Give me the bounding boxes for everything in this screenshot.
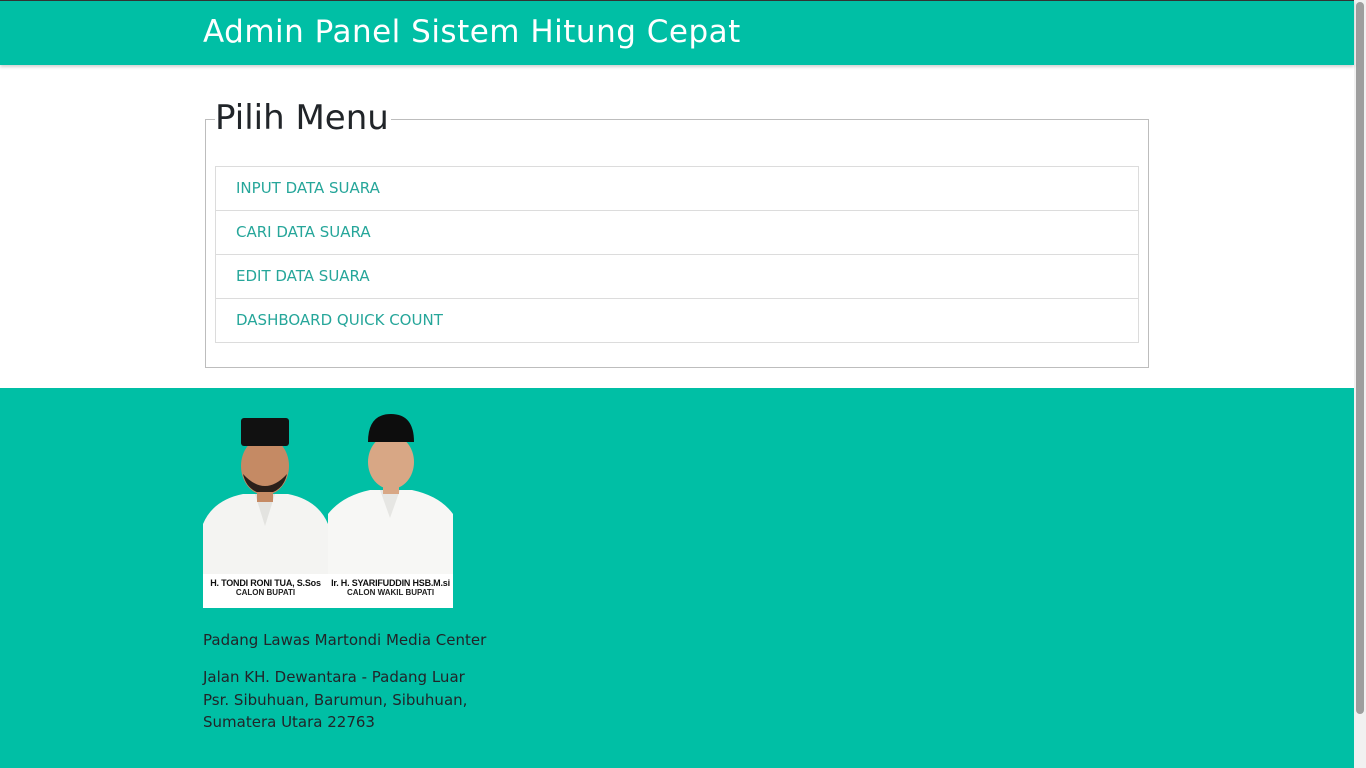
vertical-scrollbar[interactable]	[1354, 0, 1366, 768]
candidate-photo-bupati: H. TONDI RONI TUA, S.Sos CALON BUPATI	[203, 414, 328, 608]
candidate-role: CALON WAKIL BUPATI	[346, 588, 435, 597]
menu-item-input-data-suara[interactable]: INPUT DATA SUARA	[216, 167, 1138, 210]
candidate-caption-wakil-bupati: Ir. H. SYARIFUDDIN HSB.M.si CALON WAKIL …	[328, 574, 453, 608]
candidate-name: H. TONDI RONI TUA, S.Sos	[210, 578, 321, 588]
candidates-image: H. TONDI RONI TUA, S.Sos CALON BUPATI Ir…	[203, 414, 453, 608]
candidate-caption-bupati: H. TONDI RONI TUA, S.Sos CALON BUPATI	[203, 574, 328, 608]
footer: H. TONDI RONI TUA, S.Sos CALON BUPATI Ir…	[0, 388, 1354, 768]
org-name: Padang Lawas Martondi Media Center	[203, 631, 487, 649]
candidate-role: CALON BUPATI	[235, 588, 296, 597]
app-title[interactable]: Admin Panel Sistem Hitung Cepat	[203, 14, 741, 50]
address-line: Sumatera Utara 22763	[203, 713, 375, 731]
address-line: Jalan KH. Dewantara - Padang Luar	[203, 668, 465, 686]
menu-list: INPUT DATA SUARA CARI DATA SUARA EDIT DA…	[215, 166, 1139, 343]
page: Admin Panel Sistem Hitung Cepat Pilih Me…	[0, 0, 1354, 768]
menu-item-cari-data-suara[interactable]: CARI DATA SUARA	[216, 210, 1138, 254]
address: Jalan KH. Dewantara - Padang Luar Psr. S…	[203, 666, 467, 734]
menu-item-dashboard-quick-count[interactable]: DASHBOARD QUICK COUNT	[216, 298, 1138, 342]
scrollbar-thumb[interactable]	[1356, 2, 1364, 714]
candidate-name: Ir. H. SYARIFUDDIN HSB.M.si	[331, 578, 450, 588]
top-navbar: Admin Panel Sistem Hitung Cepat	[0, 0, 1354, 65]
menu-heading: Pilih Menu	[215, 98, 391, 138]
candidate-photo-wakil-bupati: Ir. H. SYARIFUDDIN HSB.M.si CALON WAKIL …	[328, 414, 453, 608]
menu-item-edit-data-suara[interactable]: EDIT DATA SUARA	[216, 254, 1138, 298]
address-line: Psr. Sibuhuan, Barumun, Sibuhuan,	[203, 690, 468, 709]
